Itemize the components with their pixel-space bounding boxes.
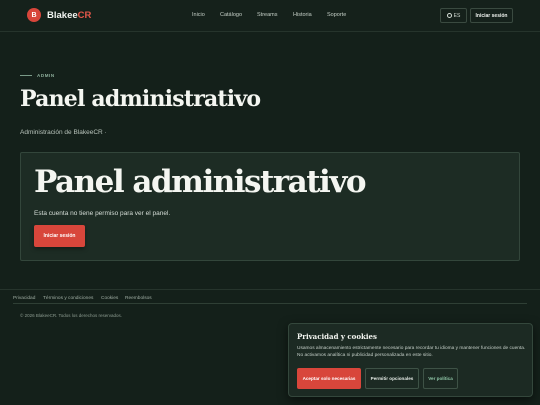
allow-optional-button[interactable]: Permitir opcionales — [365, 368, 419, 389]
footer-link-cookies[interactable]: Cookies — [101, 296, 118, 301]
language-code: ES — [453, 12, 461, 19]
permission-message: Esta cuenta no tiene permiso para ver el… — [34, 210, 171, 217]
nav-link-streams[interactable]: Streams — [257, 12, 277, 18]
copyright-text: © 2026 BlakeeCR. Todos los derechos rese… — [20, 313, 123, 318]
eyebrow-line — [20, 75, 32, 76]
page-title: Panel administrativo — [20, 86, 261, 112]
brand-name: BlakeeCR — [47, 10, 91, 21]
footer-link-reembolsos[interactable]: Reembolsos — [125, 296, 152, 301]
brand-name-accent: CR — [77, 9, 92, 21]
brand-name-main: Blakee — [47, 9, 78, 21]
footer-divider — [0, 289, 540, 290]
accept-necessary-button[interactable]: Aceptar solo necesarias — [297, 368, 361, 389]
footer-divider-inner — [13, 303, 527, 304]
section-eyebrow: ADMIN — [20, 73, 55, 78]
language-selector-button[interactable]: ES — [440, 8, 467, 23]
nav-link-inicio[interactable]: Inicio — [192, 12, 205, 18]
footer-link-terminos[interactable]: Términos y condiciones — [43, 296, 93, 301]
globe-icon — [446, 13, 452, 18]
nav-link-soporte[interactable]: Soporte — [327, 12, 346, 18]
page-subtitle: Administración de BlakeeCR · — [20, 129, 107, 136]
header-login-button[interactable]: Iniciar sesión — [470, 8, 513, 23]
card-login-button[interactable]: Iniciar sesión — [34, 225, 85, 247]
cookie-banner-text: Usamos almacenamiento estrictamente nece… — [297, 346, 526, 358]
card-title: Panel administrativo — [34, 164, 367, 200]
brand-logo-icon: B — [27, 8, 41, 22]
nav-link-catalogo[interactable]: Catálogo — [220, 12, 242, 18]
cookie-consent-banner: Privacidad y cookies Usamos almacenamien… — [288, 323, 533, 397]
cookie-banner-title: Privacidad y cookies — [297, 332, 377, 341]
nav-link-historia[interactable]: Historia — [293, 12, 312, 18]
eyebrow-label: ADMIN — [37, 73, 55, 78]
top-navigation-bar: B BlakeeCR Inicio Catálogo Streams Histo… — [0, 0, 540, 32]
footer-link-privacidad[interactable]: Privacidad — [13, 296, 35, 301]
brand-link[interactable]: B BlakeeCR — [27, 8, 91, 22]
admin-access-card: Panel administrativo Esta cuenta no tien… — [20, 152, 520, 261]
view-policy-button[interactable]: Ver política — [423, 368, 458, 389]
